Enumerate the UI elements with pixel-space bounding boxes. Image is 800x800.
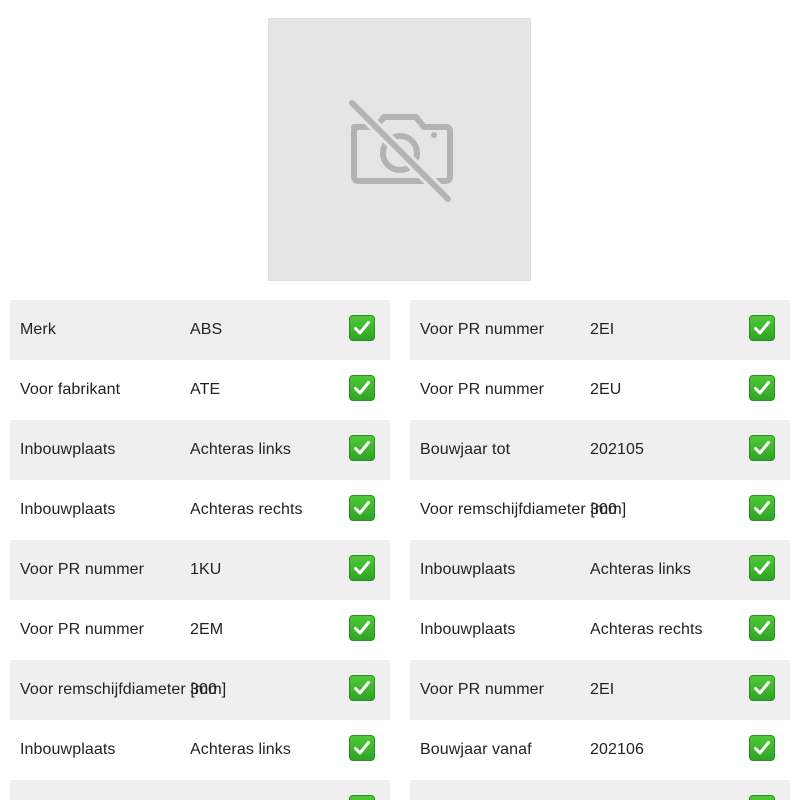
spec-row: Inbouwplaats Achteras rechts: [10, 480, 390, 540]
spec-value: ABS: [190, 321, 223, 338]
spec-label: Voor PR nummer: [420, 681, 545, 698]
spec-row: Inbouwplaats Achteras links: [10, 420, 390, 480]
check-icon: [349, 795, 375, 800]
spec-row: Merk ABS: [10, 300, 390, 360]
spec-row: [410, 780, 790, 800]
check-icon: [349, 555, 375, 581]
spec-label: Voor fabrikant: [20, 381, 121, 398]
check-icon: [749, 375, 775, 401]
spec-label: Merk: [20, 321, 56, 338]
check-icon: [749, 555, 775, 581]
spec-table-right: Voor PR nummer 2EI Voor PR nummer 2EU Bo…: [410, 300, 790, 800]
check-icon: [349, 315, 375, 341]
spec-row: Voor PR nummer 2EI: [410, 660, 790, 720]
check-icon: [749, 495, 775, 521]
spec-label: Voor PR nummer: [20, 561, 145, 578]
spec-value: 300: [590, 501, 617, 518]
spec-value: Achteras links: [590, 561, 691, 578]
spec-value: ATE: [190, 381, 221, 398]
spec-value: 202106: [590, 741, 644, 758]
spec-value: Achteras rechts: [590, 621, 703, 638]
spec-row: Voor fabrikant ATE: [10, 360, 390, 420]
spec-value: 2EM: [190, 621, 224, 638]
spec-label: Voor PR nummer: [20, 621, 145, 638]
check-icon: [749, 315, 775, 341]
check-icon: [349, 735, 375, 761]
spec-label: Voor PR nummer: [420, 321, 545, 338]
check-icon: [349, 375, 375, 401]
check-icon: [749, 615, 775, 641]
spec-value: Achteras rechts: [190, 501, 303, 518]
spec-row: Bouwjaar tot 202105: [410, 420, 790, 480]
check-icon: [349, 495, 375, 521]
spec-row: Voor PR nummer 2EM: [10, 600, 390, 660]
check-icon: [749, 675, 775, 701]
spec-row: Voor remschijfdiameter [mm] 300: [10, 660, 390, 720]
product-image-placeholder: [268, 18, 531, 281]
spec-value: Achteras links: [190, 741, 291, 758]
spec-label: Inbouwplaats: [20, 501, 116, 518]
spec-value: 300: [190, 681, 217, 698]
spec-row: Inbouwplaats Achteras links: [410, 540, 790, 600]
product-detail-page: Merk ABS Voor fabrikant ATE Inbouwplaats…: [0, 0, 800, 800]
spec-row: Bouwjaar vanaf 202106: [410, 720, 790, 780]
spec-row: Voor PR nummer 2EU: [410, 360, 790, 420]
spec-table-left: Merk ABS Voor fabrikant ATE Inbouwplaats…: [10, 300, 390, 800]
check-icon: [349, 675, 375, 701]
no-image-camera-icon: [345, 96, 454, 205]
check-icon: [349, 615, 375, 641]
check-icon: [349, 435, 375, 461]
spec-value: 2EU: [590, 381, 622, 398]
spec-row: Inbouwplaats Achteras links: [10, 720, 390, 780]
spec-row: Voor remschijfdiameter [mm] 300: [410, 480, 790, 540]
spec-row: Voor PR nummer 1KU: [10, 540, 390, 600]
spec-value: 202105: [590, 441, 644, 458]
spec-label: Voor PR nummer: [420, 381, 545, 398]
spec-row: Inbouwplaats Achteras rechts: [410, 600, 790, 660]
spec-label: Inbouwplaats: [20, 441, 116, 458]
spec-label: Inbouwplaats: [420, 621, 516, 638]
check-icon: [749, 735, 775, 761]
spec-label: Bouwjaar tot: [420, 441, 511, 458]
check-icon: [749, 795, 775, 800]
spec-label: Inbouwplaats: [20, 741, 116, 758]
spec-row: [10, 780, 390, 800]
spec-value: 2EI: [590, 321, 615, 338]
spec-label: Inbouwplaats: [420, 561, 516, 578]
spec-row: Voor PR nummer 2EI: [410, 300, 790, 360]
spec-value: Achteras links: [190, 441, 291, 458]
check-icon: [749, 435, 775, 461]
spec-value: 2EI: [590, 681, 615, 698]
spec-value: 1KU: [190, 561, 222, 578]
spec-label: Bouwjaar vanaf: [420, 741, 532, 758]
